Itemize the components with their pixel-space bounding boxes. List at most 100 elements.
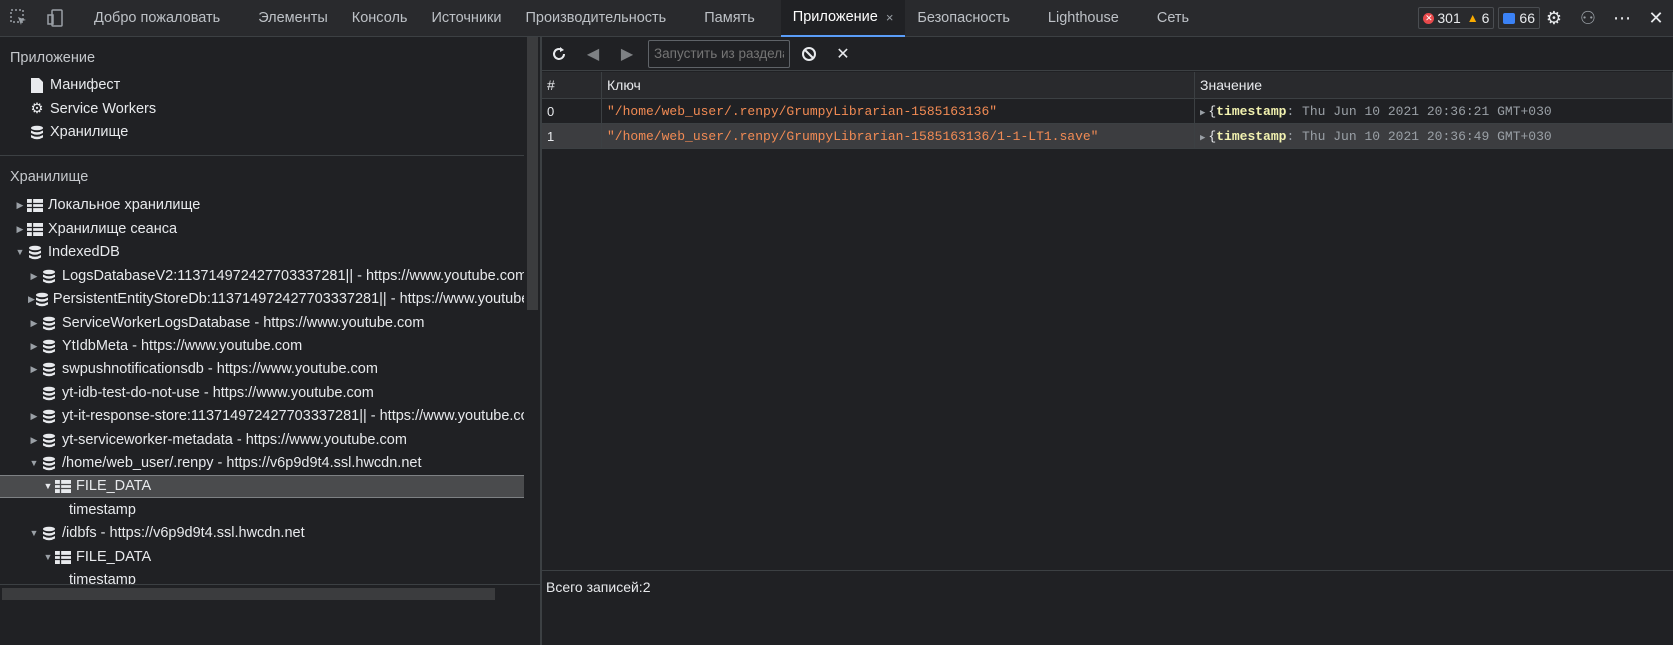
tree-item-database[interactable]: ▼ /idbfs - https://v6p9d9t4.ssl.hwcdn.ne…: [0, 522, 524, 545]
gear-icon[interactable]: ⚙: [1537, 8, 1571, 29]
tab-label: Память: [704, 10, 755, 26]
close-icon[interactable]: ✕: [1639, 8, 1673, 29]
expand-arrow-icon[interactable]: ▶: [28, 335, 40, 358]
tree-item-index[interactable]: timestamp: [0, 499, 524, 522]
tree-item-object-store[interactable]: ▼ FILE_DATA: [0, 475, 524, 498]
column-header-value[interactable]: Значение: [1195, 72, 1673, 98]
collapse-arrow-icon[interactable]: ▼: [42, 476, 54, 497]
tab-label: Сеть: [1156, 10, 1190, 26]
tree-item-label: yt-serviceworker-metadata - https://www.…: [62, 432, 407, 448]
device-toolbar-icon[interactable]: [37, 0, 74, 37]
expand-arrow-icon[interactable]: ▶: [14, 194, 26, 217]
refresh-icon[interactable]: [542, 37, 576, 71]
tree-item-database[interactable]: ▶ yt-it-response-store:11371497242770333…: [0, 405, 524, 428]
scrollbar-thumb[interactable]: [2, 588, 495, 600]
expand-arrow-icon[interactable]: ▶: [28, 429, 40, 452]
tree-item-database[interactable]: ▶ YtIdbMeta - https://www.youtube.com: [0, 335, 524, 358]
tab-application[interactable]: Приложение ×: [780, 0, 906, 37]
database-icon: [40, 526, 58, 541]
clear-object-store-icon[interactable]: [792, 37, 826, 71]
tree-item-label: /idbfs - https://v6p9d9t4.ssl.hwcdn.net: [62, 525, 305, 541]
tree-item-database[interactable]: ▶ PersistentEntityStoreDb:11371497242770…: [0, 288, 524, 311]
sidebar-vertical-scrollbar[interactable]: [524, 37, 540, 607]
tree-item-label: LogsDatabaseV2:113714972427703337281|| -…: [62, 268, 524, 284]
scrollbar-thumb[interactable]: [527, 37, 538, 310]
column-header-key[interactable]: Ключ: [602, 72, 1195, 98]
value-key: timestamp: [1216, 129, 1287, 144]
tab-sources[interactable]: Источники: [419, 0, 513, 37]
cell-value: ▶ {timestamp: Thu Jun 10 2021 20:36:49 GM…: [1195, 124, 1673, 148]
tree-item-database[interactable]: ▶ swpushnotificationsdb - https://www.yo…: [0, 358, 524, 381]
error-count: 301: [1437, 10, 1461, 26]
close-tab-icon[interactable]: ×: [886, 10, 894, 25]
message-icon: [1503, 12, 1516, 24]
tree-item-database[interactable]: yt-idb-test-do-not-use - https://www.you…: [0, 382, 524, 405]
start-from-key-input[interactable]: [648, 39, 790, 68]
sidebar-item-service-workers[interactable]: ⚙ Service Workers: [0, 98, 524, 121]
sidebar-horizontal-scrollbar[interactable]: [0, 584, 540, 604]
tree-item-database[interactable]: ▶ LogsDatabaseV2:113714972427703337281||…: [0, 265, 524, 288]
next-page-icon[interactable]: ▶: [610, 37, 644, 71]
expand-arrow-icon[interactable]: ▶: [14, 218, 26, 241]
error-warning-badge[interactable]: ✕ 301 ▲ 6: [1418, 7, 1495, 29]
tree-item-local-storage[interactable]: ▶ Локальное хранилище: [0, 194, 524, 217]
tree-item-label: Локальное хранилище: [48, 197, 201, 213]
messages-badge[interactable]: 66: [1498, 7, 1540, 29]
tree-item-database[interactable]: ▶ ServiceWorkerLogsDatabase - https://ww…: [0, 312, 524, 335]
tab-security[interactable]: Безопасность: [905, 0, 1022, 37]
tree-item-label: ServiceWorkerLogsDatabase - https://www.…: [62, 315, 425, 331]
value-key: timestamp: [1216, 104, 1287, 119]
sidebar-item-manifest[interactable]: Манифест: [0, 74, 524, 97]
inspect-element-icon[interactable]: [0, 0, 37, 37]
tree-item-label: FILE_DATA: [76, 478, 152, 494]
tab-elements[interactable]: Элементы: [246, 0, 340, 37]
tree-item-session-storage[interactable]: ▶ Хранилище сеанса: [0, 218, 524, 241]
expand-arrow-icon[interactable]: ▶: [28, 312, 40, 335]
sidebar-item-storage[interactable]: Хранилище: [0, 121, 524, 144]
tab-label: Безопасность: [917, 10, 1010, 26]
table-icon: [26, 223, 44, 236]
column-header-index[interactable]: #: [542, 72, 602, 98]
database-icon: [40, 433, 58, 448]
tab-network[interactable]: Сеть: [1145, 0, 1201, 37]
delete-selected-icon[interactable]: ✕: [826, 37, 860, 71]
collapse-arrow-icon[interactable]: ▼: [14, 241, 26, 264]
tab-performance[interactable]: Производительность: [514, 0, 679, 37]
section-title-application: Приложение: [0, 47, 524, 70]
more-options-icon[interactable]: ⋯: [1605, 8, 1639, 29]
expand-arrow-icon[interactable]: ▶: [1200, 133, 1205, 143]
collapse-arrow-icon[interactable]: ▼: [28, 452, 40, 475]
value-text: : Thu Jun 10 2021 20:36:21 GMT+030: [1286, 104, 1552, 119]
collapse-arrow-icon[interactable]: ▼: [28, 522, 40, 545]
tree-item-database[interactable]: ▶ yt-serviceworker-metadata - https://ww…: [0, 429, 524, 452]
collapse-arrow-icon[interactable]: ▼: [42, 546, 54, 569]
tree-item-object-store[interactable]: ▼ FILE_DATA: [0, 546, 524, 569]
feedback-icon[interactable]: ⚇: [1571, 8, 1605, 29]
cell-index: 0: [542, 99, 602, 123]
expand-arrow-icon[interactable]: ▶: [28, 358, 40, 381]
table-row[interactable]: 1 "/home/web_user/.renpy/GrumpyLibrarian…: [542, 124, 1673, 149]
expand-arrow-icon[interactable]: ▶: [28, 265, 40, 288]
tab-lighthouse[interactable]: Lighthouse: [1036, 0, 1131, 37]
expand-arrow-icon[interactable]: ▶: [28, 288, 35, 311]
tab-welcome[interactable]: Добро пожаловать: [82, 0, 232, 37]
table-icon: [54, 551, 72, 564]
expand-arrow-icon[interactable]: ▶: [28, 405, 40, 428]
tree-item-database[interactable]: ▼ /home/web_user/.renpy - https://v6p9d9…: [0, 452, 524, 475]
table-row[interactable]: 0 "/home/web_user/.renpy/GrumpyLibrarian…: [542, 99, 1673, 124]
cell-key: "/home/web_user/.renpy/GrumpyLibrarian-1…: [602, 99, 1195, 123]
tree-item-label: YtIdbMeta - https://www.youtube.com: [62, 338, 303, 354]
table-icon: [26, 199, 44, 212]
tree-item-label: timestamp: [69, 502, 136, 518]
table-icon: [54, 480, 72, 493]
issue-counters: ✕ 301 ▲ 6 66: [1418, 7, 1540, 29]
previous-page-icon[interactable]: ◀: [576, 37, 610, 71]
tab-console[interactable]: Консоль: [340, 0, 420, 37]
expand-arrow-icon[interactable]: ▶: [1200, 108, 1205, 118]
tab-memory[interactable]: Память: [692, 0, 767, 37]
cell-value: ▶ {timestamp: Thu Jun 10 2021 20:36:21 GM…: [1195, 99, 1673, 123]
tab-label: Lighthouse: [1047, 10, 1119, 26]
database-icon: [35, 292, 49, 307]
data-grid-header: # Ключ Значение: [542, 72, 1673, 99]
tree-item-indexeddb[interactable]: ▼ IndexedDB: [0, 241, 524, 264]
